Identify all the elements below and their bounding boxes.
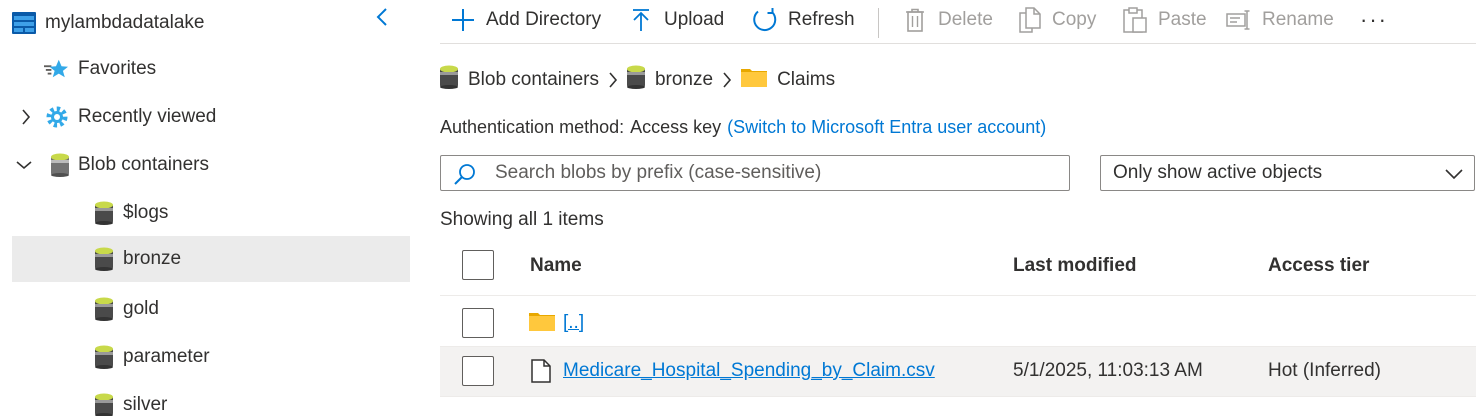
chevron-right-icon bbox=[713, 72, 741, 88]
chevron-right-icon[interactable] bbox=[16, 107, 36, 127]
row-access-tier: Hot (Inferred) bbox=[1268, 360, 1381, 381]
container-icon bbox=[92, 345, 116, 369]
refresh-button[interactable]: Refresh bbox=[752, 0, 855, 40]
more-options-button[interactable]: ··· bbox=[1360, 0, 1388, 40]
refresh-icon bbox=[752, 7, 778, 33]
sidebar-item-label: gold bbox=[123, 298, 159, 319]
sidebar-item-label: bronze bbox=[123, 248, 182, 269]
sidebar-account[interactable]: mylambdadatalake bbox=[12, 0, 410, 46]
sidebar-item-recently-viewed[interactable]: Recently viewed bbox=[12, 94, 410, 140]
sidebar-item-label: silver bbox=[123, 394, 168, 415]
upload-label: Upload bbox=[664, 9, 725, 30]
sidebar-item-label: $logs bbox=[123, 202, 169, 223]
breadcrumb-claims[interactable]: Claims bbox=[741, 67, 835, 93]
toolbar-divider bbox=[878, 8, 879, 38]
sidebar-item-logs[interactable]: $logs bbox=[12, 190, 410, 236]
sidebar-item-bronze[interactable]: bronze bbox=[12, 236, 410, 282]
delete-label: Delete bbox=[938, 9, 993, 30]
items-count-text: Showing all 1 items bbox=[440, 209, 604, 230]
copy-label: Copy bbox=[1052, 9, 1097, 30]
search-box[interactable] bbox=[440, 155, 1070, 191]
breadcrumb-blob-containers[interactable]: Blob containers bbox=[440, 65, 599, 95]
sidebar-item-silver[interactable]: silver bbox=[12, 382, 410, 416]
blob-name-link[interactable]: Medicare_Hospital_Spending_by_Claim.csv bbox=[563, 360, 935, 382]
sidebar-item-blob-containers[interactable]: Blob containers bbox=[12, 142, 410, 188]
sidebar-item-gold[interactable]: gold bbox=[12, 286, 410, 332]
copy-icon bbox=[1016, 7, 1042, 33]
folder-icon bbox=[529, 311, 555, 337]
folder-icon bbox=[741, 67, 768, 93]
delete-button[interactable]: Delete bbox=[902, 0, 993, 40]
sidebar-item-favorites[interactable]: Favorites bbox=[12, 46, 410, 92]
upload-icon bbox=[628, 7, 654, 33]
container-icon bbox=[48, 153, 72, 177]
paste-icon bbox=[1122, 7, 1148, 33]
sidebar-item-label: parameter bbox=[123, 346, 210, 367]
dropdown-selected-value: Only show active objects bbox=[1113, 162, 1323, 183]
column-header-access-tier[interactable]: Access tier bbox=[1268, 255, 1369, 277]
add-directory-button[interactable]: Add Directory bbox=[450, 0, 601, 40]
trash-icon bbox=[902, 7, 928, 33]
breadcrumb-label: Blob containers bbox=[468, 69, 599, 90]
star-icon bbox=[44, 57, 68, 81]
breadcrumb-bronze[interactable]: bronze bbox=[626, 65, 714, 95]
container-icon bbox=[92, 297, 116, 321]
chevron-right-icon bbox=[599, 72, 627, 88]
search-icon bbox=[453, 162, 477, 186]
auth-method-value: Access key bbox=[630, 117, 722, 137]
parent-directory-link[interactable]: [..] bbox=[563, 312, 584, 334]
row-last-modified: 5/1/2025, 11:03:13 AM bbox=[1013, 360, 1203, 381]
rename-icon bbox=[1226, 7, 1252, 33]
row-checkbox[interactable] bbox=[462, 308, 494, 338]
sidebar-item-label: Blob containers bbox=[78, 154, 209, 175]
sidebar-item-parameter[interactable]: parameter bbox=[12, 334, 410, 380]
paste-button[interactable]: Paste bbox=[1122, 0, 1207, 40]
chevron-down-icon[interactable] bbox=[14, 155, 34, 175]
switch-auth-link[interactable]: (Switch to Microsoft Entra user account) bbox=[727, 117, 1046, 138]
container-icon bbox=[92, 393, 116, 416]
table-header: Name Last modified Access tier bbox=[440, 240, 1476, 296]
collapse-sidebar-button[interactable] bbox=[370, 8, 394, 32]
more-icon: ··· bbox=[1360, 7, 1388, 32]
storage-account-icon bbox=[12, 11, 36, 35]
auth-method-label: Authentication method: bbox=[440, 117, 625, 137]
account-name: mylambdadatalake bbox=[45, 12, 205, 33]
column-header-last-modified[interactable]: Last modified bbox=[1013, 255, 1137, 277]
breadcrumb-label: bronze bbox=[654, 69, 714, 90]
container-icon bbox=[626, 65, 645, 95]
command-bar: Add Directory Upload Refresh Delete Copy… bbox=[440, 0, 1476, 44]
refresh-label: Refresh bbox=[788, 9, 855, 30]
chevron-down-icon bbox=[1444, 164, 1464, 184]
add-directory-label: Add Directory bbox=[486, 9, 602, 30]
rename-button[interactable]: Rename bbox=[1226, 0, 1334, 40]
container-icon bbox=[92, 247, 116, 271]
sidebar-item-label: Recently viewed bbox=[78, 106, 217, 127]
gear-icon bbox=[45, 105, 69, 129]
plus-icon bbox=[450, 7, 476, 33]
breadcrumb-label: Claims bbox=[777, 69, 836, 90]
row-checkbox[interactable] bbox=[462, 356, 494, 386]
sidebar-item-label: Favorites bbox=[78, 58, 157, 79]
container-icon bbox=[92, 201, 116, 225]
paste-label: Paste bbox=[1158, 9, 1207, 30]
table-row[interactable]: [..] bbox=[440, 297, 1476, 347]
chevron-left-icon bbox=[376, 7, 388, 33]
authentication-method: Authentication method: Access key (Switc… bbox=[440, 117, 1046, 138]
select-all-checkbox[interactable] bbox=[462, 250, 494, 280]
search-input[interactable] bbox=[495, 158, 1055, 188]
copy-button[interactable]: Copy bbox=[1016, 0, 1096, 40]
container-icon bbox=[440, 65, 458, 95]
sidebar: mylambdadatalake Favorites Recently view… bbox=[0, 0, 420, 416]
file-icon bbox=[530, 359, 552, 389]
upload-button[interactable]: Upload bbox=[628, 0, 724, 40]
active-objects-dropdown[interactable]: Only show active objects bbox=[1100, 155, 1475, 191]
table-row[interactable]: Medicare_Hospital_Spending_by_Claim.csv … bbox=[440, 347, 1476, 397]
column-header-name[interactable]: Name bbox=[530, 255, 582, 277]
rename-label: Rename bbox=[1262, 9, 1334, 30]
breadcrumb: Blob containers bronze Claims bbox=[440, 64, 835, 96]
